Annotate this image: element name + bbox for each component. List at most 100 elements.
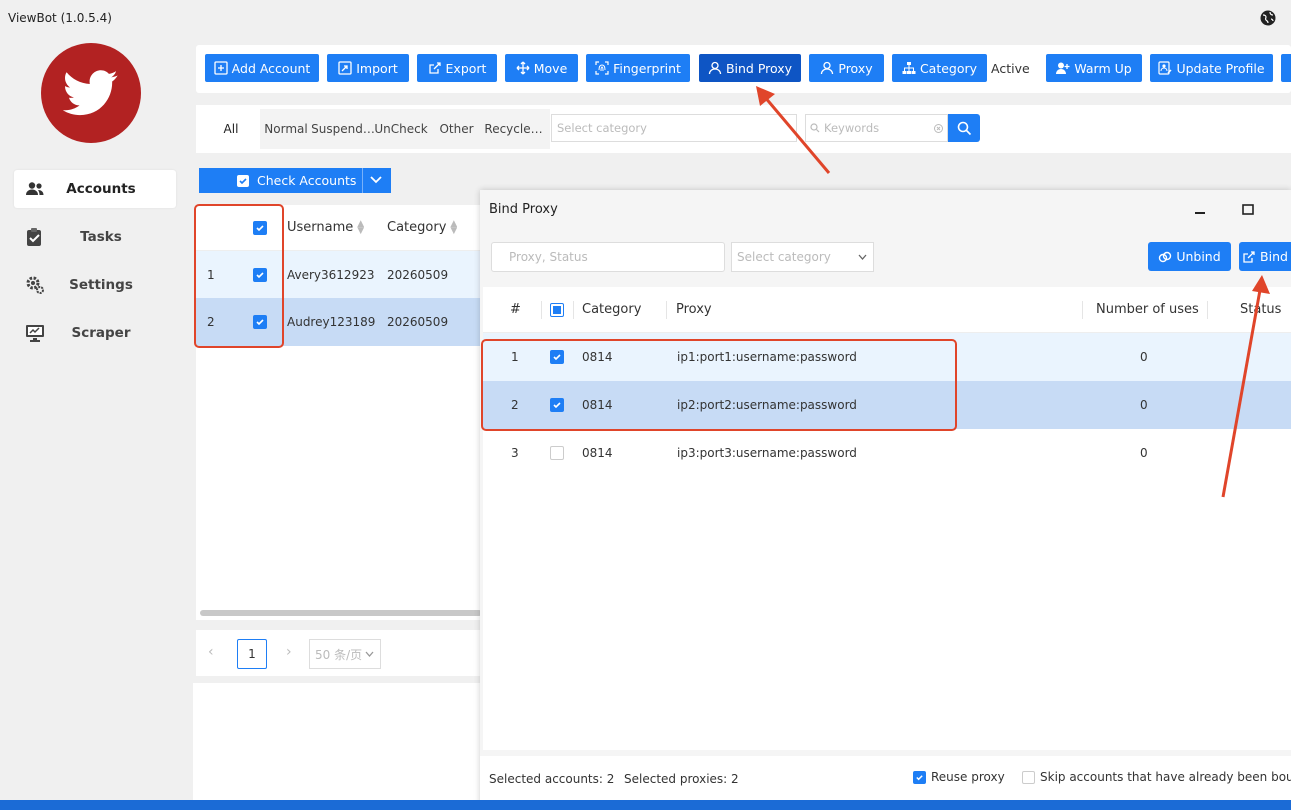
monitor-icon (24, 322, 46, 344)
keywords-input[interactable]: Keywords (805, 114, 948, 142)
table-row[interactable]: 1 0814 ip1:port1:username:password 0 (483, 333, 1291, 381)
app-logo (41, 43, 141, 143)
dialog-title: Bind Proxy (489, 202, 558, 217)
select-all-cell[interactable] (550, 287, 564, 332)
maximize-icon[interactable] (1240, 202, 1256, 218)
row-checkbox[interactable] (550, 333, 564, 381)
check-accounts-label: Check Accounts (257, 173, 357, 188)
tab-other[interactable]: Other (428, 109, 485, 149)
warm-up-button[interactable]: Warm Up (1046, 54, 1142, 82)
fingerprint-button[interactable]: Fingerprint (586, 54, 690, 82)
uses-header[interactable]: Number of uses (1096, 287, 1199, 332)
row-checkbox[interactable] (253, 251, 267, 299)
table-row[interactable]: 2 0814 ip2:port2:username:password 0 (483, 381, 1291, 429)
select-all-checkbox[interactable] (550, 302, 564, 317)
table-row[interactable]: 3 0814 ip3:port3:username:password 0 (483, 429, 1291, 477)
globe-icon[interactable] (1259, 9, 1277, 27)
page-number[interactable]: 1 (237, 639, 267, 669)
clear-icon[interactable] (934, 124, 943, 133)
category-cell: 0814 (582, 398, 613, 412)
sidebar-item-settings[interactable]: Settings (14, 266, 176, 304)
proxy-category-select[interactable]: Select category (731, 242, 874, 272)
checkbox[interactable] (550, 446, 564, 460)
proxy-button[interactable]: Proxy (809, 54, 884, 82)
row-checkbox[interactable] (550, 429, 564, 477)
reuse-proxy-checkbox[interactable] (913, 770, 926, 784)
proxy-header[interactable]: Proxy (676, 287, 712, 332)
bird-icon (63, 70, 118, 116)
status-header[interactable]: Status (1240, 287, 1281, 332)
import-label: Import (356, 60, 398, 76)
table-row[interactable]: 2 Audrey1231893 20260509 (196, 298, 486, 346)
active-label[interactable]: Active (991, 61, 1030, 76)
checkbox[interactable] (253, 315, 267, 329)
prev-page-icon[interactable]: ‹ (208, 644, 214, 660)
move-button[interactable]: Move (505, 54, 578, 82)
proxy-search-input[interactable]: Proxy, Status (491, 242, 725, 272)
import-icon (338, 61, 352, 75)
sidebar-item-tasks[interactable]: Tasks (14, 218, 176, 256)
sort-icon[interactable]: ▲ ▼ (357, 219, 364, 235)
username-header[interactable]: Username ▲ ▼ (287, 205, 364, 250)
divider (573, 301, 574, 319)
category-button[interactable]: Category (892, 54, 987, 82)
category-select[interactable]: Select category (551, 114, 797, 142)
username-cell: Audrey1231893 (287, 315, 375, 329)
sidebar-item-scraper[interactable]: Scraper (14, 314, 176, 352)
checkbox[interactable] (550, 398, 564, 412)
select-all-cell[interactable] (253, 205, 267, 250)
row-checkbox[interactable] (253, 298, 267, 346)
category-header[interactable]: Category ▲ ▼ (387, 205, 457, 250)
minimize-icon[interactable] (1192, 202, 1208, 218)
gears-icon (24, 274, 46, 296)
divider (362, 168, 363, 193)
next-page-icon[interactable]: › (286, 644, 292, 660)
bind-button[interactable]: Bind (1239, 242, 1291, 271)
select-all-checkbox[interactable] (253, 220, 267, 235)
tab-recycle[interactable]: Recycle… (485, 109, 542, 149)
checkbox[interactable] (550, 350, 564, 364)
tab-uncheck[interactable]: UnCheck (374, 109, 428, 149)
search-icon (810, 123, 820, 133)
reuse-proxy-option[interactable]: Reuse proxy (913, 770, 1005, 784)
row-checkbox[interactable] (550, 381, 564, 429)
reuse-proxy-label: Reuse proxy (931, 770, 1005, 784)
tab-normal[interactable]: Normal (260, 109, 312, 149)
dialog-footer: Selected accounts: 2 Selected proxies: 2… (480, 756, 1291, 801)
status-tabs: All Normal Suspend… UnCheck Other Recycl… (202, 109, 550, 149)
row-index: 2 (511, 398, 519, 412)
table-row[interactable]: 1 Avery36129233 20260509 (196, 251, 486, 299)
horizontal-scrollbar[interactable] (200, 610, 482, 616)
export-icon (1243, 250, 1255, 263)
export-button[interactable]: Export (417, 54, 497, 82)
unbind-button[interactable]: Unbind (1148, 242, 1231, 271)
tab-suspended[interactable]: Suspend… (312, 109, 374, 149)
more-button[interactable] (1281, 54, 1291, 82)
user-icon (708, 61, 722, 75)
skip-bound-checkbox[interactable] (1022, 770, 1035, 784)
chevron-down-icon (365, 651, 374, 657)
sort-icon[interactable]: ▲ ▼ (450, 219, 457, 235)
search-button[interactable] (948, 114, 980, 142)
fingerprint-label: Fingerprint (613, 60, 681, 76)
sidebar: Accounts Tasks Settings Scraper (0, 36, 192, 800)
add-account-button[interactable]: Add Account (205, 54, 319, 82)
bind-proxy-button[interactable]: Bind Proxy (699, 54, 801, 82)
warm-up-label: Warm Up (1074, 60, 1132, 76)
proxy-search-placeholder: Proxy, Status (509, 250, 588, 264)
unbind-label: Unbind (1176, 249, 1221, 264)
proxy-cell: ip2:port2:username:password (677, 398, 857, 412)
proxy-cell: ip1:port1:username:password (677, 350, 857, 364)
import-button[interactable]: Import (327, 54, 409, 82)
skip-bound-option[interactable]: Skip accounts that have already been bou… (1022, 770, 1291, 784)
checkbox[interactable] (253, 268, 267, 282)
tab-all[interactable]: All (202, 109, 260, 149)
sidebar-item-accounts[interactable]: Accounts (14, 170, 176, 208)
update-profile-button[interactable]: Update Profile (1150, 54, 1273, 82)
check-accounts-button[interactable]: Check Accounts (199, 168, 391, 193)
keywords-placeholder: Keywords (824, 121, 880, 135)
page-size-select[interactable]: 50 条/页 (309, 639, 381, 669)
chevron-down-icon[interactable] (369, 174, 383, 186)
category-header[interactable]: Category (582, 287, 641, 332)
row-index: 1 (511, 350, 519, 364)
